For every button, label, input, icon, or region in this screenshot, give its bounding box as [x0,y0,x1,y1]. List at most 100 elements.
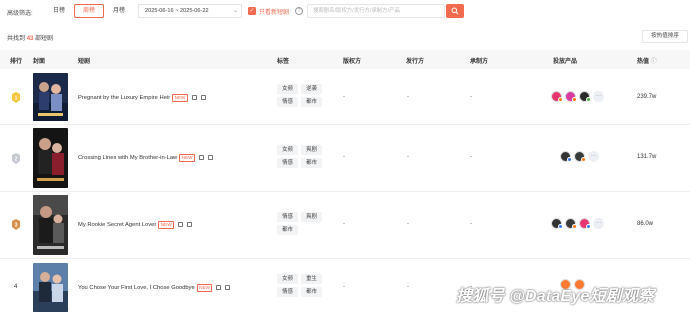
app-icon[interactable] [565,91,577,102]
only-new-checkbox[interactable]: ✓ [248,7,256,15]
filter-label: 高级筛选: [7,11,33,17]
more-icon[interactable]: ··· [593,91,604,102]
tab-weekly[interactable]: 周榜 [74,4,104,18]
drama-title-cell: My Rookie Secret Agent Lover NEW [78,221,193,229]
app-icon[interactable] [560,151,572,162]
drama-title[interactable]: Pregnant by the Luxury Empire Heir [78,95,170,101]
tab-daily[interactable]: 日榜 [46,4,72,18]
tag: 爽剧 [301,145,322,155]
filter-bar: 高级筛选: 日榜 周榜 月榜 2025-06-16 ~ 2025-06-22 ⌄… [0,0,690,24]
tag: 都市 [301,158,322,168]
col-products: 投放产品 [553,59,578,65]
app-icon[interactable] [565,218,577,229]
tag: 情感 [277,287,298,297]
tag: 都市 [301,97,322,107]
new-badge: NEW [158,221,175,229]
table-header: 排行 封面 短剧 标签 版权方 发行方 承制方 投放产品 热值 ⓘ [0,50,690,69]
tag: 女频 [277,145,298,155]
copyright-value: - [343,284,345,290]
only-new-label: 只看新短剧 [259,9,290,16]
table-row[interactable]: 2 Crossing Lines with My Brother-in-Law … [0,126,690,192]
detail-icon[interactable] [191,95,197,101]
publisher-value: - [407,94,409,100]
tag: 情感 [277,97,298,107]
product-list: ··· [551,218,604,229]
app-icon[interactable] [551,218,563,229]
search-input[interactable]: 搜索剧名/版权方/发行方/承制方/产品 [307,4,445,18]
result-count: 43 [26,36,34,42]
tag: 逆袭 [301,84,322,94]
only-new-filter[interactable]: ✓ 只看新短剧 ? [248,5,304,17]
summary-prefix: 共找到 [7,36,26,42]
bronze-medal-icon: 3 [12,219,20,230]
tag: 爽剧 [301,212,322,222]
app-icon[interactable] [551,91,563,102]
tag-list: 情感 爽剧 都市 [277,212,325,235]
producer-value: - [470,221,472,227]
new-badge: NEW [179,154,195,162]
col-cover: 封面 [33,59,46,65]
summary-suffix: 部短剧 [35,36,54,42]
col-tags: 标签 [277,59,290,65]
more-icon[interactable]: ··· [588,151,599,162]
publisher-value: - [407,221,409,227]
col-heat: 热值 ⓘ [637,59,657,65]
tag: 都市 [301,287,322,297]
product-list: ··· [560,151,599,162]
chevron-down-icon: ⌄ [232,8,238,14]
drama-title[interactable]: My Rookie Secret Agent Lover [78,222,156,228]
detail-icon[interactable] [198,155,204,161]
info-icon: ⓘ [650,59,657,65]
heat-value: 239.7w [637,94,657,100]
col-drama: 短剧 [78,59,91,65]
date-range-value: 2025-06-16 ~ 2025-06-22 [145,8,209,14]
app-icon[interactable] [574,151,586,162]
drama-cover[interactable] [33,263,68,312]
copy-icon[interactable] [207,155,213,161]
producer-value: - [470,94,472,100]
copyright-value: - [343,221,345,227]
rank-number: 4 [14,284,18,290]
copy-icon[interactable] [200,95,206,101]
drama-title[interactable]: You Chose Your First Love, I Chose Goodb… [78,285,195,291]
date-range-picker[interactable]: 2025-06-16 ~ 2025-06-22 ⌄ [138,4,242,18]
search-button[interactable] [446,4,464,18]
more-icon[interactable]: ··· [593,218,604,229]
drama-title-cell: Crossing Lines with My Brother-in-Law NE… [78,154,213,162]
drama-cover[interactable] [33,128,68,188]
search-icon [451,7,459,15]
drama-cover[interactable] [33,73,68,121]
detail-icon[interactable] [216,285,222,291]
drama-cover[interactable] [33,195,68,255]
svg-text:1: 1 [15,96,18,102]
tag: 情感 [277,212,298,222]
app-icon[interactable] [579,91,591,102]
app-icon[interactable] [579,218,591,229]
detail-icon[interactable] [178,222,184,228]
result-summary: 共找到 43 部短剧 [7,33,53,42]
product-list: ··· [551,91,604,102]
tag: 女频 [277,274,298,284]
tab-monthly[interactable]: 月榜 [106,4,132,18]
table-row[interactable]: 1 Pregnant by the Luxury Empire Heir NEW… [0,70,690,125]
col-copyright: 版权方 [343,59,362,65]
drama-title[interactable]: Crossing Lines with My Brother-in-Law [78,155,177,161]
svg-text:3: 3 [15,223,18,229]
summary-bar: 共找到 43 部短剧 按热值排序 [0,27,690,45]
col-producer: 承制方 [470,59,489,65]
copy-icon[interactable] [225,285,231,291]
new-badge: NEW [172,94,188,102]
tag: 都市 [277,225,298,235]
tag-list: 女频 逆袭 情感 都市 [277,84,325,107]
help-icon[interactable]: ? [295,7,304,15]
table-row[interactable]: 3 My Rookie Secret Agent Lover NEW 情感 爽剧… [0,193,690,259]
producer-value: - [470,154,472,160]
gold-medal-icon: 1 [12,92,20,103]
tag: 情感 [277,158,298,168]
sort-button[interactable]: 按热值排序 [642,30,688,43]
copyright-value: - [343,94,345,100]
watermark: 搜狐号 @DataEye短剧观察 [456,288,655,305]
copy-icon[interactable] [187,222,193,228]
new-badge: NEW [196,284,213,292]
col-rank: 排行 [10,59,23,65]
